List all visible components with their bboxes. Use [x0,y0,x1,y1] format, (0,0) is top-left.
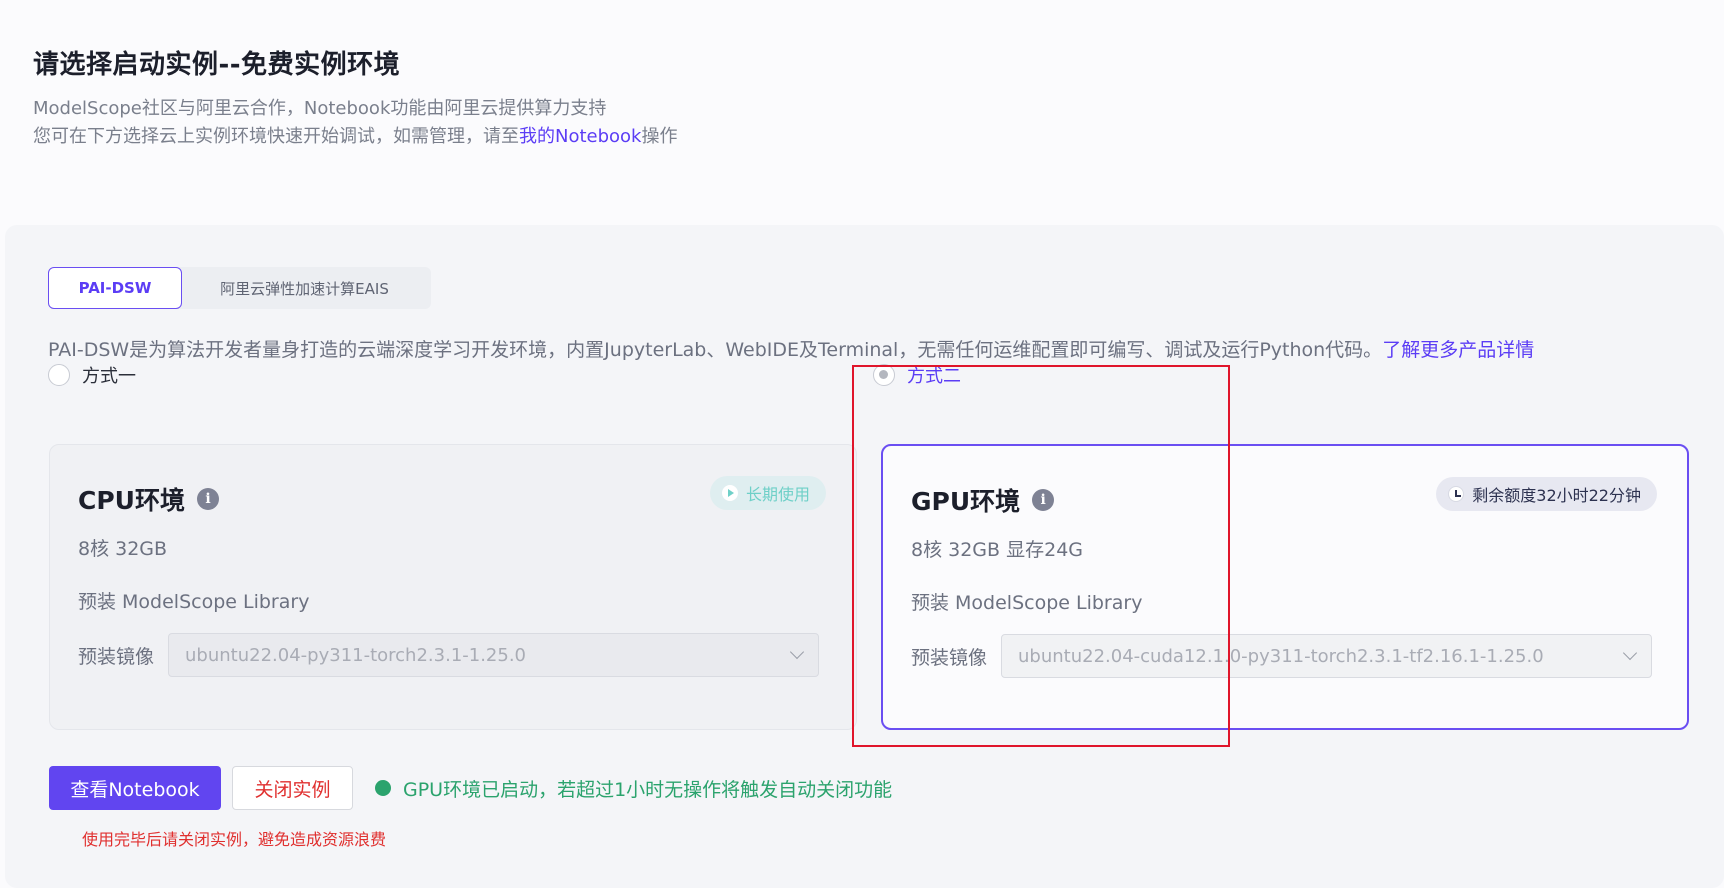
option-two-label: 方式二 [907,366,961,387]
status-message: GPU环境已启动，若超过1小时无操作将触发自动关闭功能 [375,775,892,802]
play-icon [721,485,738,501]
tab-pai-dsw[interactable]: PAI-DSW [48,267,182,309]
cpu-card: CPU环境 i 长期使用 8核 32GB 预装 ModelScope Libra… [49,444,857,730]
status-dot-icon [375,780,391,796]
product-description: PAI-DSW是为算法开发者量身打造的云端深度学习开发环境，内置JupyterL… [48,335,1534,362]
cpu-card-title: CPU环境 i [78,481,219,517]
learn-more-link[interactable]: 了解更多产品详情 [1382,339,1534,361]
gpu-image-value: ubuntu22.04-cuda12.1.0-py311-torch2.3.1-… [1018,645,1544,667]
cpu-spec: 8核 32GB [78,538,168,560]
action-bar: 查看Notebook 关闭实例 GPU环境已启动，若超过1小时无操作将触发自动关… [49,766,892,810]
tab-eais[interactable]: 阿里云弹性加速计算EAIS [182,267,427,309]
header-line-2-prefix: 您可在下方选择云上实例环境快速开始调试，如需管理，请至 [33,126,519,147]
cpu-library: 预装 ModelScope Library [78,591,310,613]
close-instance-button[interactable]: 关闭实例 [232,766,353,810]
chevron-down-icon [1622,645,1638,661]
cpu-title-text: CPU环境 [78,486,185,515]
view-notebook-button[interactable]: 查看Notebook [49,766,221,810]
gpu-image-row: 预装镜像 ubuntu22.04-cuda12.1.0-py311-torch2… [911,634,1653,678]
long-term-badge: 长期使用 [709,476,826,510]
option-two[interactable]: 方式二 [873,362,961,388]
info-icon[interactable]: i [1032,489,1055,511]
cpu-image-row: 预装镜像 ubuntu22.04-py311-torch2.3.1-1.25.0 [78,633,820,677]
option-two-radio[interactable] [873,364,895,386]
long-term-badge-label: 长期使用 [745,485,810,504]
option-one-radio[interactable] [48,364,70,386]
header-line-2: 您可在下方选择云上实例环境快速开始调试，如需管理，请至我的Notebook操作 [33,123,677,151]
gpu-card[interactable]: GPU环境 i 剩余额度32小时22分钟 8核 32GB 显存24G 预装 Mo… [881,444,1689,730]
my-notebook-link[interactable]: 我的Notebook [519,126,641,147]
close-hint: 使用完毕后请关闭实例，避免造成资源浪费 [82,830,387,849]
option-one-label: 方式一 [82,366,136,387]
chevron-down-icon [789,644,805,660]
gpu-title-text: GPU环境 [911,487,1021,516]
cpu-image-value: ubuntu22.04-py311-torch2.3.1-1.25.0 [185,644,527,666]
option-one[interactable]: 方式一 [48,362,136,388]
tab-bar: PAI-DSW 阿里云弹性加速计算EAIS [48,267,431,309]
cpu-image-label: 预装镜像 [78,645,155,668]
info-icon[interactable]: i [196,488,219,510]
gpu-image-label: 预装镜像 [911,646,988,669]
quota-badge-label: 剩余额度32小时22分钟 [1472,486,1641,505]
cpu-image-select[interactable]: ubuntu22.04-py311-torch2.3.1-1.25.0 [168,633,820,677]
header: 请选择启动实例--免费实例环境 ModelScope社区与阿里云合作，Noteb… [33,44,677,151]
gpu-library: 预装 ModelScope Library [911,592,1143,614]
gpu-card-title: GPU环境 i [911,482,1055,518]
header-subtitle: ModelScope社区与阿里云合作，Notebook功能由阿里云提供算力支持 … [33,95,677,151]
status-text: GPU环境已启动，若超过1小时无操作将触发自动关闭功能 [403,778,893,801]
header-line-1: ModelScope社区与阿里云合作，Notebook功能由阿里云提供算力支持 [33,98,607,119]
clock-icon [1448,486,1465,502]
quota-badge: 剩余额度32小时22分钟 [1436,477,1657,511]
gpu-image-select[interactable]: ubuntu22.04-cuda12.1.0-py311-torch2.3.1-… [1001,634,1653,678]
page-title: 请选择启动实例--免费实例环境 [33,50,401,80]
description-text: PAI-DSW是为算法开发者量身打造的云端深度学习开发环境，内置JupyterL… [48,339,1383,361]
gpu-spec: 8核 32GB 显存24G [911,539,1084,561]
header-line-2-suffix: 操作 [641,126,678,147]
